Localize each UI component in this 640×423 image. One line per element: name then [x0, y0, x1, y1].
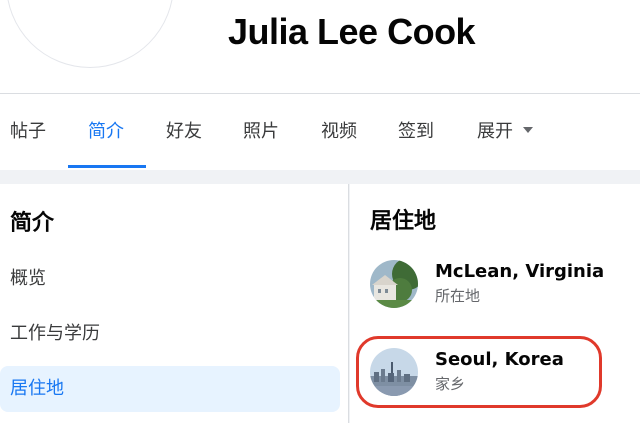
- tab-friends[interactable]: 好友: [166, 94, 202, 169]
- tab-checkins[interactable]: 签到: [398, 94, 434, 169]
- profile-tabs: 帖子 简介 好友 照片 视频 签到 展开: [0, 94, 640, 169]
- profile-name: Julia Lee Cook: [228, 11, 476, 52]
- places-title: 居住地: [370, 209, 437, 234]
- active-tab-indicator: [68, 165, 146, 168]
- tab-more-label: 展开: [477, 121, 513, 142]
- about-title: 简介: [10, 211, 55, 236]
- tab-posts[interactable]: 帖子: [10, 94, 46, 169]
- nav-item-overview[interactable]: 概览: [0, 256, 340, 302]
- tab-about[interactable]: 简介: [88, 94, 124, 169]
- nav-item-places-lived[interactable]: 居住地: [0, 366, 340, 412]
- tab-videos[interactable]: 视频: [321, 94, 357, 169]
- place-photo-mclean: [370, 260, 418, 308]
- place-item-current-city[interactable]: McLean, Virginia 所在地: [368, 260, 628, 316]
- caret-down-icon: [523, 127, 533, 133]
- hometown-highlight-annotation: [356, 336, 602, 408]
- place-type: 所在地: [435, 287, 481, 305]
- profile-avatar[interactable]: [6, 0, 174, 68]
- place-name: McLean, Virginia: [435, 261, 605, 282]
- tab-photos[interactable]: 照片: [243, 94, 279, 169]
- nav-item-work-education[interactable]: 工作与学历: [0, 311, 340, 357]
- about-nav-panel: 简介 概览 工作与学历 居住地: [0, 184, 349, 423]
- tab-more[interactable]: 展开: [477, 94, 533, 169]
- profile-header: Julia Lee Cook 帖子 简介 好友 照片 视频 签到 展开: [0, 0, 640, 170]
